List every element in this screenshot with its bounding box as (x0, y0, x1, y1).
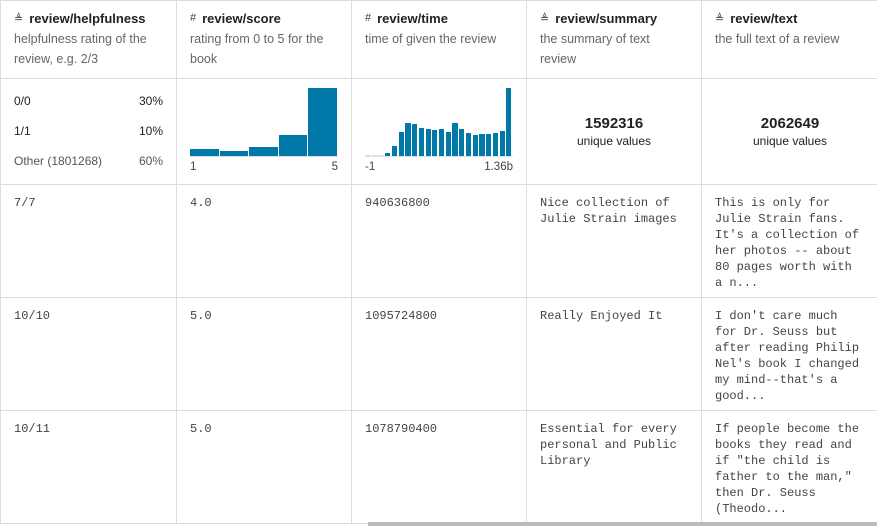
text-unique-cell: 2062649 unique values (701, 78, 877, 185)
histogram-bar[interactable] (398, 131, 404, 156)
text-icon: ≜ (540, 12, 550, 25)
histogram-bar[interactable] (378, 155, 384, 156)
histogram-bar[interactable] (418, 128, 425, 156)
stats-row: 0/0 30% 1/1 10% Other (1801268) 60% 15 -1 1.… (0, 78, 877, 185)
cell-helpfulness[interactable]: 10/10 (0, 297, 177, 411)
cell-score[interactable]: 5.0 (176, 297, 352, 411)
histogram-bar[interactable] (506, 88, 512, 156)
column-header-helpfulness[interactable]: ≜ review/helpfulness helpfulness rating of… (0, 0, 177, 79)
helpfulness-stats: 0/0 30% 1/1 10% Other (1801268) 60% (0, 78, 177, 185)
column-description: the full text of a review (715, 32, 840, 46)
histogram-bar[interactable] (432, 130, 438, 156)
histogram-bar[interactable] (405, 122, 411, 156)
time-histogram[interactable] (365, 87, 513, 157)
number-icon: # (190, 12, 197, 24)
table-row[interactable]: 10/10 5.0 1095724800 Really Enjoyed It I… (0, 297, 877, 411)
histogram-bar[interactable] (190, 148, 219, 156)
unique-count: 2062649 (760, 115, 820, 132)
column-header-time[interactable]: # review/time time of given the review (351, 0, 527, 79)
cell-time[interactable]: 940636800 (351, 184, 527, 298)
histogram-bar[interactable] (499, 130, 505, 156)
review-text: This is only for Julie Strain fans. It's… (715, 196, 860, 290)
cell-summary[interactable]: Essential for every personal and Public … (526, 410, 702, 524)
column-header-score[interactable]: # review/score rating from 0 to 5 for the … (176, 0, 352, 79)
column-header-summary[interactable]: ≜ review/summary the summary of text revie… (526, 0, 702, 79)
column-description: time of given the review (365, 32, 497, 46)
histogram-bar[interactable] (439, 129, 445, 156)
histogram-bar[interactable] (412, 124, 418, 156)
category-label: 0/0 (14, 94, 31, 108)
histogram-bar[interactable] (459, 129, 465, 156)
score-histogram[interactable] (190, 87, 338, 157)
unique-label: unique values (752, 134, 828, 148)
histogram-bar[interactable] (308, 88, 337, 156)
category-pct: 10% (138, 124, 163, 138)
cell-score[interactable]: 4.0 (176, 184, 352, 298)
histogram-bar[interactable] (365, 155, 371, 156)
column-name: review/summary (555, 10, 658, 26)
summary-text: Nice collection of Julie Strain images (540, 196, 677, 226)
text-icon: ≜ (715, 12, 725, 25)
column-name: review/time (377, 10, 448, 26)
cell-time[interactable]: 1078790400 (351, 410, 527, 524)
histogram-bar[interactable] (472, 135, 478, 156)
axis-max: 1.36b (484, 161, 513, 173)
column-name: review/helpfulness (29, 10, 146, 26)
category-pct: 60% (138, 154, 163, 168)
histogram-bar[interactable] (492, 132, 499, 156)
review-text: I don't care much for Dr. Seuss but afte… (715, 309, 860, 403)
cell-time[interactable]: 1095724800 (351, 297, 527, 411)
category-stat[interactable]: 0/0 30% (14, 86, 163, 116)
number-icon: # (365, 12, 372, 24)
cell-text[interactable]: If people become the books they read and… (701, 410, 877, 524)
unique-count: 1592316 (584, 115, 644, 132)
histogram-bar[interactable] (391, 145, 398, 156)
category-stat[interactable]: 1/1 10% (14, 116, 163, 146)
axis-max: 5 (331, 161, 338, 173)
unique-label: unique values (576, 134, 652, 148)
histogram-bar[interactable] (385, 153, 391, 156)
column-name: review/score (202, 10, 281, 26)
category-label: Other (1801268) (14, 154, 103, 168)
text-icon: ≜ (14, 12, 24, 25)
cell-score[interactable]: 5.0 (176, 410, 352, 524)
table-row[interactable]: 7/7 4.0 940636800 Nice collection of Jul… (0, 184, 877, 298)
summary-unique-cell: 1592316 unique values (526, 78, 702, 185)
column-header-text[interactable]: ≜ review/text the full text of a review (701, 0, 877, 79)
horizontal-scrollbar[interactable] (368, 522, 877, 526)
score-histogram-cell: 15 (176, 78, 352, 185)
histogram-bar[interactable] (479, 134, 485, 156)
axis-min: -1 (365, 161, 376, 173)
cell-summary[interactable]: Really Enjoyed It (526, 297, 702, 411)
header-row: ≜ review/helpfulness helpfulness rating of… (0, 0, 877, 79)
axis-min: 1 (190, 161, 197, 173)
cell-text[interactable]: I don't care much for Dr. Seuss but afte… (701, 297, 877, 411)
histogram-bar[interactable] (425, 129, 431, 156)
summary-text: Essential for every personal and Public … (540, 422, 677, 468)
review-text: If people become the books they read and… (715, 422, 860, 516)
cell-helpfulness[interactable]: 10/11 (0, 410, 177, 524)
histogram-bar[interactable] (278, 134, 308, 156)
cell-text[interactable]: This is only for Julie Strain fans. It's… (701, 184, 877, 298)
cell-helpfulness[interactable]: 7/7 (0, 184, 177, 298)
column-description: the summary of text review (540, 32, 650, 66)
histogram-bar[interactable] (249, 146, 278, 156)
histogram-bar[interactable] (371, 155, 377, 156)
table-row[interactable]: 10/11 5.0 1078790400 Essential for every… (0, 410, 877, 524)
histogram-bar[interactable] (445, 131, 451, 156)
histogram-bar[interactable] (465, 133, 472, 156)
category-label: 1/1 (14, 124, 31, 138)
column-description: helpfulness rating of the review, e.g. 2… (14, 32, 147, 66)
histogram-bar[interactable] (452, 122, 458, 156)
summary-text: Really Enjoyed It (540, 309, 663, 323)
column-name: review/text (730, 10, 798, 26)
column-description: rating from 0 to 5 for the book (190, 32, 324, 66)
dataset-table: ≜ review/helpfulness helpfulness rating of… (0, 0, 877, 524)
cell-summary[interactable]: Nice collection of Julie Strain images (526, 184, 702, 298)
histogram-bar[interactable] (486, 134, 492, 156)
time-histogram-cell: -1 1.36b (351, 78, 527, 185)
category-pct: 30% (138, 94, 163, 108)
histogram-bar[interactable] (219, 151, 249, 156)
category-stat[interactable]: Other (1801268) 60% (14, 146, 163, 176)
